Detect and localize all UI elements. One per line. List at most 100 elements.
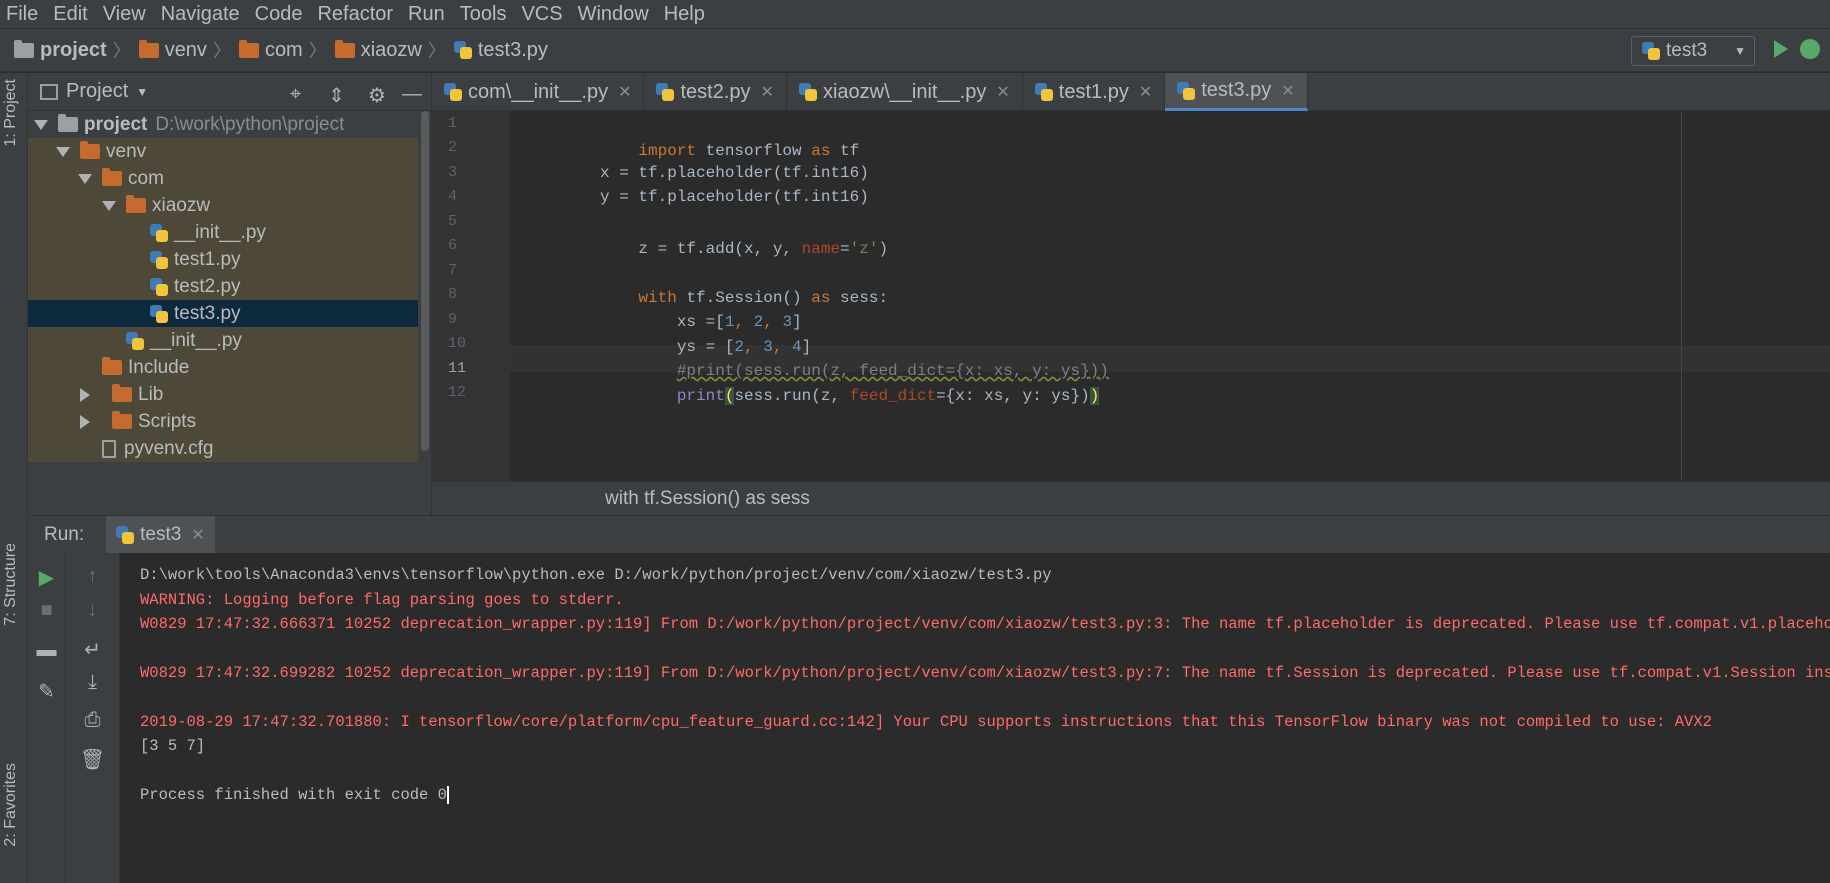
tree-item-com-init-py[interactable]: __init__.py: [28, 327, 418, 354]
project-path-hint: D:\work\python\project: [155, 113, 345, 135]
console-output[interactable]: D:\work\tools\Anaconda3\envs\tensorflow\…: [120, 553, 1830, 883]
rerun-icon[interactable]: ▶: [28, 565, 65, 590]
close-icon[interactable]: ✕: [191, 525, 204, 545]
collapse-arrow-icon[interactable]: [80, 414, 90, 429]
menu-run[interactable]: Run: [408, 3, 445, 26]
close-icon[interactable]: ✕: [996, 82, 1009, 102]
collapse-arrow-icon[interactable]: [80, 387, 90, 402]
tab-xiaozw-init-py[interactable]: xiaozw\__init__.py ✕: [787, 73, 1023, 111]
minimize-icon[interactable]: —: [402, 83, 422, 106]
python-file-icon: [150, 223, 168, 242]
menu-code[interactable]: Code: [255, 3, 303, 26]
menu-navigate[interactable]: Navigate: [161, 3, 240, 26]
crumb-test3[interactable]: test3.py: [453, 39, 548, 62]
navigation-bar: project 〉 venv 〉 com 〉 xiaozw 〉 test3.py: [0, 28, 1830, 72]
code-line-11: print(sess.run(z, feed_dict={x: xs, y: y…: [676, 387, 1100, 405]
crumb-venv[interactable]: venv 〉: [138, 37, 231, 63]
crumb-com[interactable]: com 〉: [238, 37, 327, 63]
close-icon[interactable]: ✕: [618, 82, 631, 102]
tree-item-label: xiaozw: [152, 194, 211, 216]
menu-refactor[interactable]: Refactor: [317, 3, 393, 26]
favorites-tool-tab[interactable]: 2: Favorites: [2, 763, 20, 847]
run-toolbar-primary: ▶ ■ ▬ ✎: [28, 553, 66, 883]
python-file-icon: [150, 250, 168, 269]
run-tab-test3[interactable]: test3 ✕: [106, 515, 215, 554]
console-line-error: W0829 17:47:32.699282 10252 deprecation_…: [140, 664, 1830, 682]
tree-item-pyvenv-cfg[interactable]: pyvenv.cfg: [28, 435, 418, 462]
python-file-icon: [150, 304, 168, 323]
python-file-icon: [1177, 81, 1196, 100]
folder-icon: [138, 39, 159, 58]
tree-item-test2-py[interactable]: test2.py: [28, 273, 418, 300]
python-file-icon: [126, 331, 144, 350]
run-toolbar-secondary: ↑ ↓ ↵ ⤓ ⎙ 🗑: [66, 553, 120, 883]
collapse-all-icon[interactable]: ⇕: [328, 83, 345, 108]
tree-item-label: project: [84, 113, 148, 135]
locate-icon[interactable]: ⌖: [290, 83, 301, 106]
console-line: D:\work\tools\Anaconda3\envs\tensorflow\…: [140, 566, 1052, 584]
python-file-icon: [1034, 83, 1053, 101]
crumb-project[interactable]: project 〉: [14, 37, 131, 63]
run-configuration-select[interactable]: test3 ▼: [1631, 36, 1755, 66]
menu-window[interactable]: Window: [578, 3, 649, 26]
tab-test3-py[interactable]: test3.py ✕: [1165, 73, 1308, 111]
soft-wrap-icon[interactable]: ↵: [66, 637, 119, 662]
tree-item-include[interactable]: Include: [28, 354, 418, 381]
breadcrumb-scope[interactable]: with tf.Session() as sess: [605, 488, 810, 510]
folder-icon: [238, 39, 259, 58]
tree-item-venv[interactable]: venv: [28, 138, 418, 165]
folder-icon: [334, 39, 355, 58]
tree-item-com[interactable]: com: [28, 165, 418, 192]
project-folder-icon: [58, 114, 78, 132]
text-file-icon: [102, 439, 116, 458]
project-panel-title[interactable]: Project: [66, 80, 128, 103]
run-tab-label: test3: [140, 523, 182, 545]
menu-tools[interactable]: Tools: [460, 3, 507, 26]
editor-breadcrumb: with tf.Session() as sess: [432, 481, 1830, 515]
close-icon[interactable]: ✕: [761, 82, 774, 102]
scroll-to-end-icon[interactable]: ⤓: [66, 671, 119, 694]
tree-item-lib[interactable]: Lib: [28, 381, 418, 408]
gear-icon[interactable]: ⚙: [368, 83, 386, 108]
close-icon[interactable]: ✕: [1139, 82, 1152, 102]
right-margin-guide: [1681, 111, 1682, 481]
print-icon[interactable]: ⎙: [66, 709, 119, 732]
structure-tool-tab[interactable]: 7: Structure: [2, 543, 20, 626]
arrow-up-icon[interactable]: ↑: [66, 565, 119, 588]
expand-arrow-icon[interactable]: [34, 119, 48, 130]
tab-label: xiaozw\__init__.py: [822, 80, 987, 103]
tree-item-project[interactable]: project D:\work\python\project: [28, 111, 418, 138]
tree-item-test1-py[interactable]: test1.py: [28, 246, 418, 273]
tree-item-test3-py[interactable]: test3.py: [28, 300, 418, 327]
tab-test1-py[interactable]: test1.py ✕: [1023, 73, 1166, 111]
tree-item-label: test1.py: [174, 248, 241, 270]
project-tool-tab[interactable]: 1: Project: [2, 79, 20, 147]
arrow-down-icon[interactable]: ↓: [66, 599, 119, 622]
run-configuration-label: test3: [1666, 40, 1708, 61]
tab-test2-py[interactable]: test2.py ✕: [644, 73, 787, 111]
layout-icon[interactable]: ▬: [28, 639, 65, 662]
menu-vcs[interactable]: VCS: [521, 3, 562, 26]
expand-arrow-icon[interactable]: [56, 146, 70, 157]
menu-help[interactable]: Help: [664, 3, 705, 26]
stop-icon[interactable]: ■: [28, 599, 65, 622]
tree-item-scripts[interactable]: Scripts: [28, 408, 418, 435]
project-tree-scrollbar[interactable]: [421, 111, 429, 451]
menu-view[interactable]: View: [103, 3, 146, 26]
tree-item-xiaozw[interactable]: xiaozw: [28, 192, 418, 219]
menu-file[interactable]: File: [6, 3, 38, 26]
menu-edit[interactable]: Edit: [53, 3, 87, 26]
crumb-xiaozw[interactable]: xiaozw 〉: [334, 37, 446, 63]
tab-com-init-py[interactable]: com\__init__.py ✕: [432, 73, 645, 111]
python-icon: [116, 525, 135, 544]
run-button[interactable]: [1774, 40, 1788, 58]
expand-arrow-icon[interactable]: [102, 200, 116, 211]
debug-button[interactable]: [1800, 39, 1820, 59]
pin-icon[interactable]: ✎: [28, 679, 65, 704]
code-editor[interactable]: import tensorflow as tf x = tf.placehold…: [510, 111, 1830, 481]
expand-arrow-icon[interactable]: [78, 173, 92, 184]
trash-icon[interactable]: 🗑: [66, 747, 119, 772]
close-icon[interactable]: ✕: [1281, 81, 1294, 101]
tree-item-init-py[interactable]: __init__.py: [28, 219, 418, 246]
chevron-down-icon[interactable]: ▼: [136, 85, 148, 99]
